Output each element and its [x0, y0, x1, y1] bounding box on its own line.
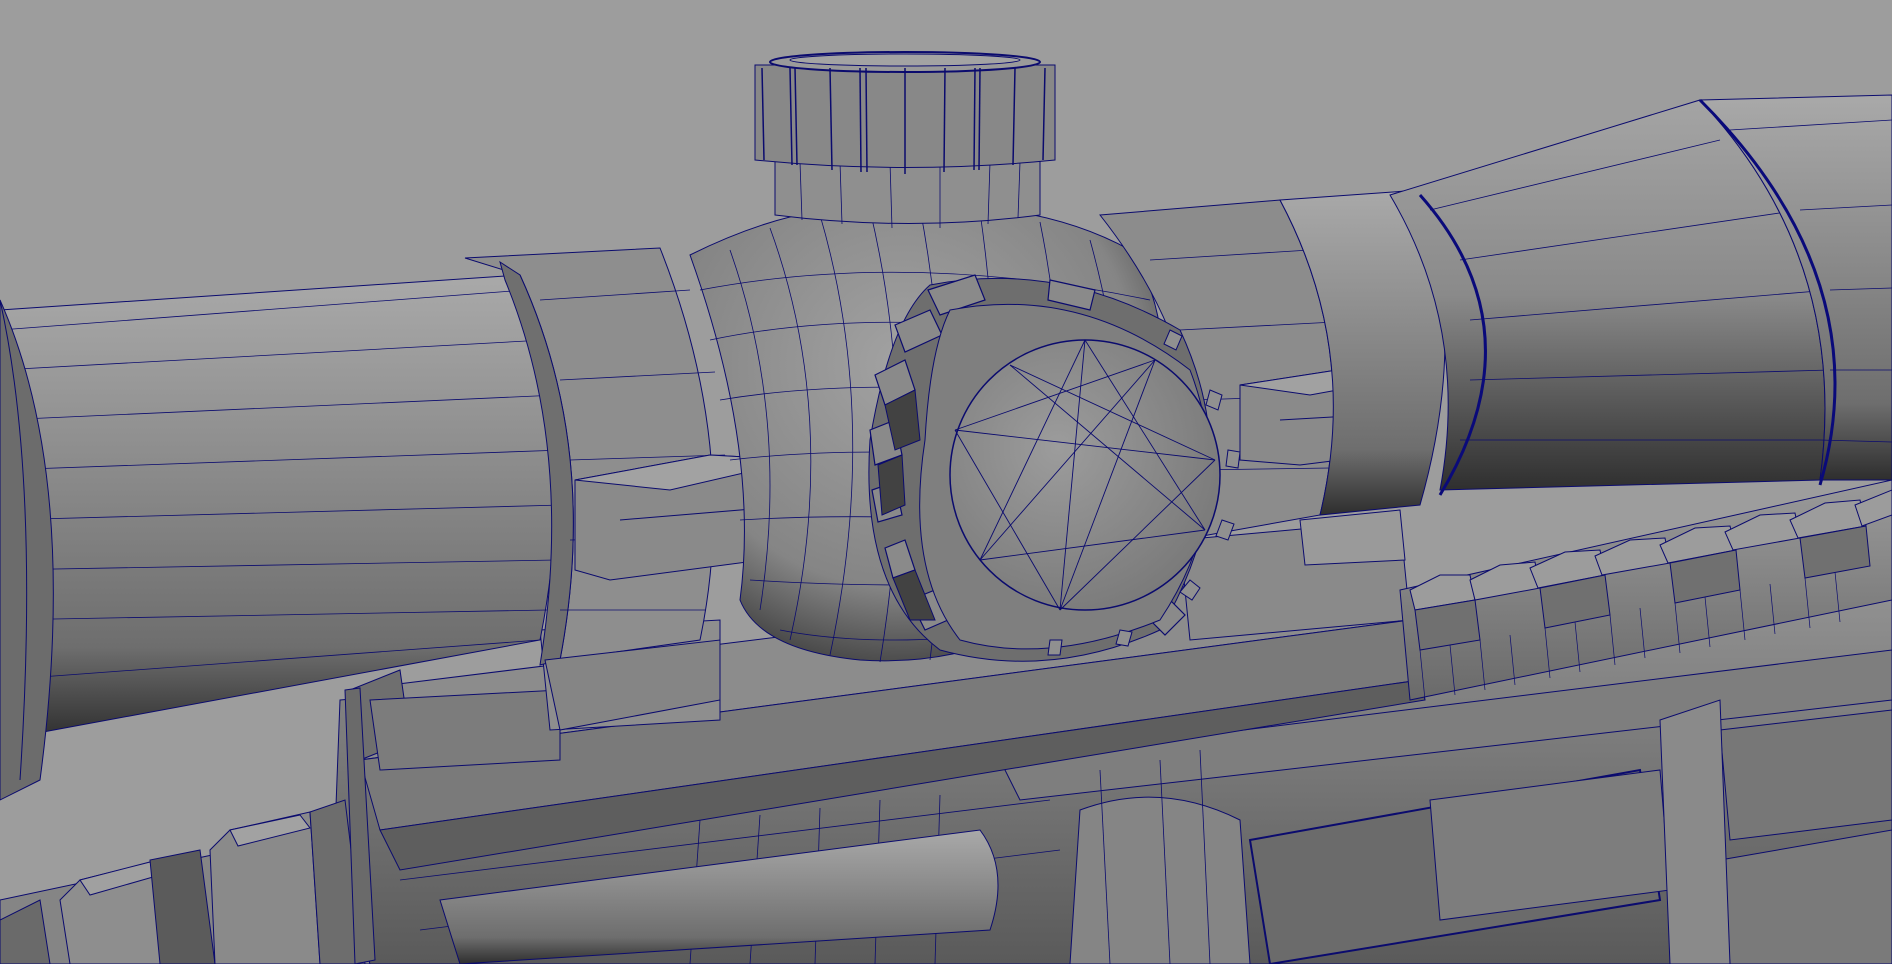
elevation-turret[interactable]	[754, 51, 1056, 229]
3d-viewport[interactable]	[0, 0, 1892, 964]
